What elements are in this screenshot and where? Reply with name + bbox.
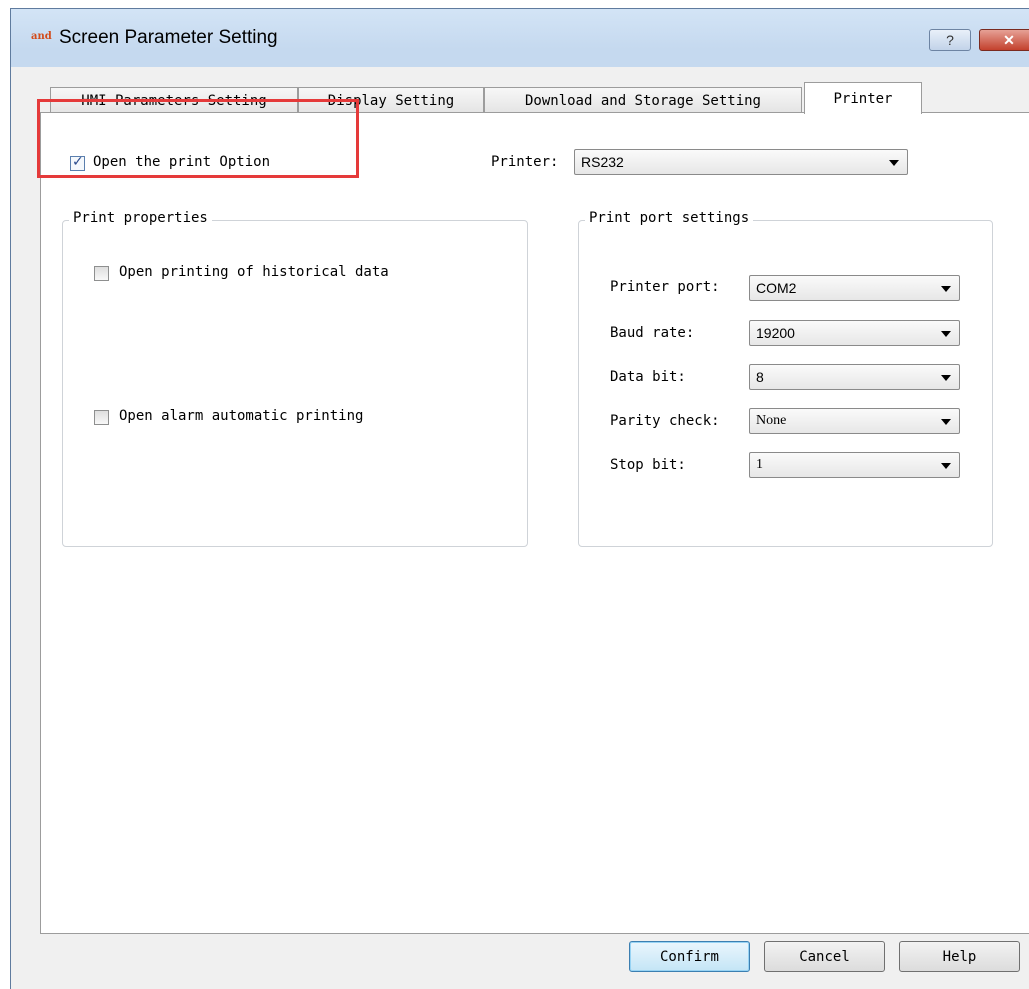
- printer-port-value: COM2: [756, 280, 797, 296]
- printer-port-select[interactable]: COM2: [749, 275, 960, 301]
- chevron-down-icon: [941, 331, 951, 337]
- print-port-settings-group: Print port settings Printer port: COM2 B…: [578, 210, 993, 547]
- baud-rate-value: 19200: [756, 325, 795, 341]
- chevron-down-icon: [941, 286, 951, 292]
- print-port-settings-title: Print port settings: [585, 210, 754, 226]
- data-bit-select[interactable]: 8: [749, 364, 960, 390]
- window-title: Screen Parameter Setting: [59, 27, 278, 48]
- baud-rate-select[interactable]: 19200: [749, 320, 960, 346]
- data-bit-value: 8: [756, 369, 764, 385]
- chevron-down-icon: [941, 375, 951, 381]
- tab-printer[interactable]: Printer: [804, 82, 922, 114]
- dialog-client-area: HMI Parameters Setting Display Setting D…: [11, 67, 1029, 989]
- printer-port-label: Printer port:: [610, 279, 720, 295]
- historical-data-checkbox[interactable]: [94, 266, 109, 281]
- stop-bit-select[interactable]: 1: [749, 452, 960, 478]
- printer-select-value: RS232: [581, 154, 624, 170]
- print-properties-title: Print properties: [69, 210, 212, 226]
- tab-download-storage[interactable]: Download and Storage Setting: [484, 87, 802, 113]
- parity-check-select[interactable]: None: [749, 408, 960, 434]
- historical-data-label[interactable]: Open printing of historical data: [119, 264, 389, 280]
- help-icon[interactable]: ?: [929, 29, 971, 51]
- data-bit-label: Data bit:: [610, 369, 686, 385]
- chevron-down-icon: [941, 419, 951, 425]
- chevron-down-icon: [889, 160, 899, 166]
- alarm-printing-checkbox[interactable]: [94, 410, 109, 425]
- stop-bit-value: 1: [756, 457, 763, 472]
- print-properties-group: Print properties Open printing of histor…: [62, 210, 528, 547]
- alarm-printing-label[interactable]: Open alarm automatic printing: [119, 408, 363, 424]
- close-icon[interactable]: ✕: [979, 29, 1029, 51]
- printer-tab-panel: Open the print Option Printer: RS232 Pri…: [37, 99, 1029, 934]
- open-print-option-label[interactable]: Open the print Option: [93, 154, 270, 170]
- parity-check-value: None: [756, 413, 787, 428]
- cancel-button[interactable]: Cancel: [764, 941, 885, 972]
- dialog-window: and Screen Parameter Setting ? ✕ HMI Par…: [10, 8, 1029, 989]
- left-edge: [0, 0, 10, 989]
- chevron-down-icon: [941, 463, 951, 469]
- confirm-button[interactable]: Confirm: [629, 941, 750, 972]
- stop-bit-label: Stop bit:: [610, 457, 686, 473]
- title-bar: and Screen Parameter Setting ? ✕: [11, 9, 1029, 67]
- open-print-option-checkbox[interactable]: [70, 154, 85, 171]
- printer-select[interactable]: RS232: [574, 149, 908, 175]
- app-icon: and: [31, 31, 52, 42]
- baud-rate-label: Baud rate:: [610, 325, 695, 341]
- printer-label: Printer:: [491, 154, 559, 170]
- parity-check-label: Parity check:: [610, 413, 720, 429]
- help-button[interactable]: Help: [899, 941, 1020, 972]
